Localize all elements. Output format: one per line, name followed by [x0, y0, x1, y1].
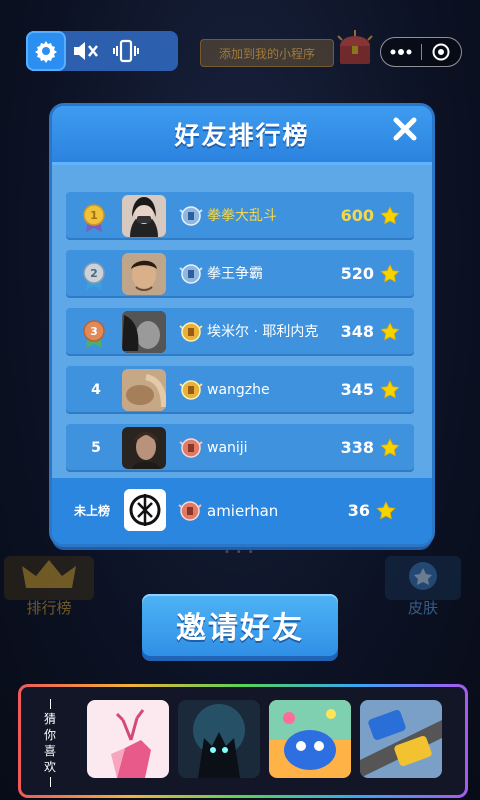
close-miniprogram-button[interactable] — [421, 38, 461, 66]
player-score: 600 — [340, 206, 374, 225]
guess-you-like-label: 猜 你 喜 欢 — [39, 697, 61, 789]
vibration-icon — [113, 39, 139, 63]
avatar-photo-icon — [122, 253, 166, 295]
player-name: 拳拳大乱斗 — [207, 208, 277, 224]
player-name: 拳王争霸 — [207, 266, 263, 282]
avatar-photo-icon — [122, 195, 166, 237]
avatar-photo-icon — [122, 427, 166, 469]
svg-text:2: 2 — [90, 267, 98, 280]
deer-game-icon — [87, 700, 169, 778]
game-toolbar — [26, 31, 178, 71]
svg-text:1: 1 — [90, 209, 98, 222]
player-score: 520 — [340, 264, 374, 283]
player-score: 348 — [340, 322, 374, 341]
avatar-logo-icon — [124, 489, 166, 531]
gold-rank-badge-icon — [179, 380, 203, 400]
miniprogram-capsule — [380, 37, 462, 67]
guess-you-like-panel: 猜 你 喜 欢 — [18, 684, 468, 798]
gear-icon — [35, 41, 57, 63]
vibration-toggle[interactable] — [106, 31, 146, 71]
game-tile-deer[interactable] — [87, 700, 169, 778]
star-icon — [380, 380, 400, 399]
game-tile-blue-creature[interactable] — [269, 700, 351, 778]
rank-number: 5 — [91, 440, 101, 456]
ranking-row: 5 waniji 338 — [66, 424, 414, 472]
game-tile-dark-hero[interactable] — [178, 700, 260, 778]
friend-leaderboard-dialog: 好友排行榜 1 拳拳大乱斗 600 2 拳王争霸 520 3 埃米尔 · 耶利内… — [52, 106, 432, 544]
star-icon — [376, 501, 396, 520]
my-name: amierhan — [207, 502, 279, 520]
add-to-miniprogram-hint[interactable]: 添加到我的小程序 — [200, 39, 334, 67]
player-name: wangzhe — [207, 382, 270, 398]
star-icon — [380, 206, 400, 225]
close-icon[interactable] — [392, 116, 418, 142]
rank-number: 4 — [91, 382, 101, 398]
player-name: 埃米尔 · 耶利内克 — [207, 324, 319, 340]
sound-toggle[interactable] — [66, 31, 106, 71]
crown-icon — [4, 556, 94, 600]
ranking-row: 1 拳拳大乱斗 600 — [66, 192, 414, 240]
bronze-medal-icon: 3 — [83, 320, 105, 348]
silver-rank-badge-icon — [179, 206, 203, 226]
ranking-row: 2 拳王争霸 520 — [66, 250, 414, 298]
invite-friends-button[interactable]: 邀请好友 — [142, 594, 338, 656]
avatar-photo-icon — [122, 369, 166, 411]
player-score: 338 — [340, 438, 374, 457]
avatar[interactable] — [122, 369, 166, 411]
star-icon — [380, 264, 400, 283]
game-tile-racing[interactable] — [360, 700, 442, 778]
dark-hero-game-icon — [178, 700, 260, 778]
star-icon — [380, 438, 400, 457]
target-icon — [432, 43, 450, 61]
racing-car-game-icon — [360, 700, 442, 778]
blue-creature-game-icon — [269, 700, 351, 778]
my-rank-label: 未上榜 — [74, 504, 111, 518]
bronze-rank-badge-icon — [179, 438, 203, 458]
gold-rank-badge-icon — [179, 322, 203, 342]
player-name: waniji — [207, 440, 248, 456]
my-rank-bar: 未上榜 amierhan 36 — [52, 478, 432, 544]
gold-medal-icon: 1 — [83, 204, 105, 232]
dialog-header: 好友排行榜 — [52, 106, 432, 165]
avatar[interactable] — [122, 195, 166, 237]
skins-bg-button[interactable]: 皮肤 — [383, 550, 463, 620]
bronze-rank-badge-icon — [178, 501, 202, 521]
leaderboard-bg-button[interactable]: 排行榜 — [0, 550, 98, 620]
ranking-row: 4 wangzhe 345 — [66, 366, 414, 414]
treasure-chest-icon — [337, 30, 373, 64]
player-score: 345 — [340, 380, 374, 399]
silver-medal-icon: 2 — [83, 262, 105, 290]
ranking-row: 3 埃米尔 · 耶利内克 348 — [66, 308, 414, 356]
silver-rank-badge-icon — [179, 264, 203, 284]
settings-button[interactable] — [26, 31, 66, 71]
more-button[interactable] — [381, 38, 421, 66]
ranking-list[interactable]: 1 拳拳大乱斗 600 2 拳王争霸 520 3 埃米尔 · 耶利内克 348 … — [66, 192, 414, 494]
my-score: 36 — [347, 501, 370, 520]
star-icon — [380, 322, 400, 341]
my-avatar[interactable] — [124, 489, 166, 531]
avatar[interactable] — [122, 311, 166, 353]
skin-glove-icon — [385, 556, 461, 600]
page-indicator-dots: ••• — [224, 547, 260, 558]
avatar[interactable] — [122, 253, 166, 295]
leaderboard-bg-label: 排行榜 — [26, 599, 72, 617]
mute-icon — [74, 42, 98, 60]
skins-bg-label: 皮肤 — [407, 599, 438, 617]
svg-text:3: 3 — [90, 325, 98, 338]
dialog-title: 好友排行榜 — [174, 121, 310, 150]
avatar-photo-icon — [122, 311, 166, 353]
more-dots-icon — [390, 49, 412, 55]
avatar[interactable] — [122, 427, 166, 469]
